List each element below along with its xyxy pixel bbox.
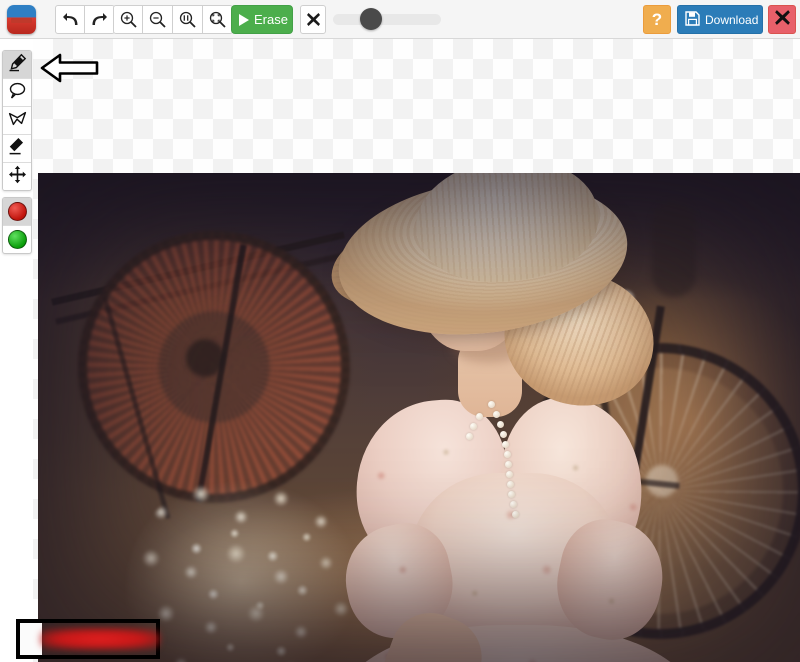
download-button-label: Download (705, 13, 758, 27)
erase-button-label: Erase (254, 12, 288, 27)
x-mark-icon (306, 12, 321, 27)
close-button[interactable] (768, 5, 796, 34)
tool-sidebar (2, 50, 32, 254)
sidebar-item-lasso-tool[interactable] (3, 79, 31, 107)
undo-arrow-icon (62, 12, 79, 27)
redbox-left-strip (20, 623, 42, 655)
sidebar-item-marker-tool[interactable] (3, 51, 31, 79)
redbox-red-blob (40, 628, 160, 650)
redo-arrow-icon (91, 12, 108, 27)
sidebar-item-polygon-tool[interactable] (3, 107, 31, 135)
green-circle-icon (8, 230, 27, 249)
play-triangle-icon (239, 14, 249, 26)
zoom-fit-button[interactable] (203, 5, 233, 34)
polygon-icon (8, 109, 27, 133)
magnifier-minus-icon (149, 11, 166, 28)
marker-pen-icon (8, 53, 27, 77)
eraser-icon (8, 137, 27, 161)
sidebar-item-move-tool[interactable] (3, 163, 31, 190)
undo-button[interactable] (55, 5, 85, 34)
sidebar-item-green-marker[interactable] (3, 226, 31, 253)
x-mark-icon (774, 9, 791, 31)
top-toolbar: Erase ? Download (0, 0, 800, 39)
magnifier-plus-icon (120, 11, 137, 28)
move-arrows-icon (8, 165, 27, 189)
pointer-arrow-annotation (40, 52, 100, 84)
zoom-actual-size-button[interactable] (173, 5, 203, 34)
question-mark-icon: ? (652, 10, 662, 30)
editor-canvas[interactable] (33, 39, 800, 662)
drawing-tool-group (2, 50, 32, 191)
floppy-disk-icon (685, 11, 700, 29)
brush-size-slider-thumb[interactable] (360, 8, 382, 30)
magnifier-one-to-one-icon (179, 11, 196, 28)
sidebar-item-red-marker[interactable] (3, 198, 31, 226)
erase-button[interactable]: Erase (231, 5, 293, 34)
app-logo-icon[interactable] (7, 5, 36, 34)
marker-color-group (2, 197, 32, 254)
app-root: Erase ? Download (0, 0, 800, 662)
cancel-button[interactable] (300, 5, 326, 34)
redo-button[interactable] (85, 5, 115, 34)
help-button[interactable]: ? (643, 5, 671, 34)
brush-size-slider[interactable] (333, 14, 441, 25)
sidebar-item-eraser-tool[interactable] (3, 135, 31, 163)
photo-image[interactable] (38, 173, 800, 662)
magnifier-fit-icon (209, 11, 226, 28)
zoom-out-button[interactable] (143, 5, 173, 34)
download-button[interactable]: Download (677, 5, 763, 34)
lasso-icon (8, 81, 27, 105)
zoom-in-button[interactable] (113, 5, 143, 34)
photo-vignette (38, 173, 800, 662)
red-highlight-box-annotation (16, 619, 160, 659)
red-circle-icon (8, 202, 27, 221)
